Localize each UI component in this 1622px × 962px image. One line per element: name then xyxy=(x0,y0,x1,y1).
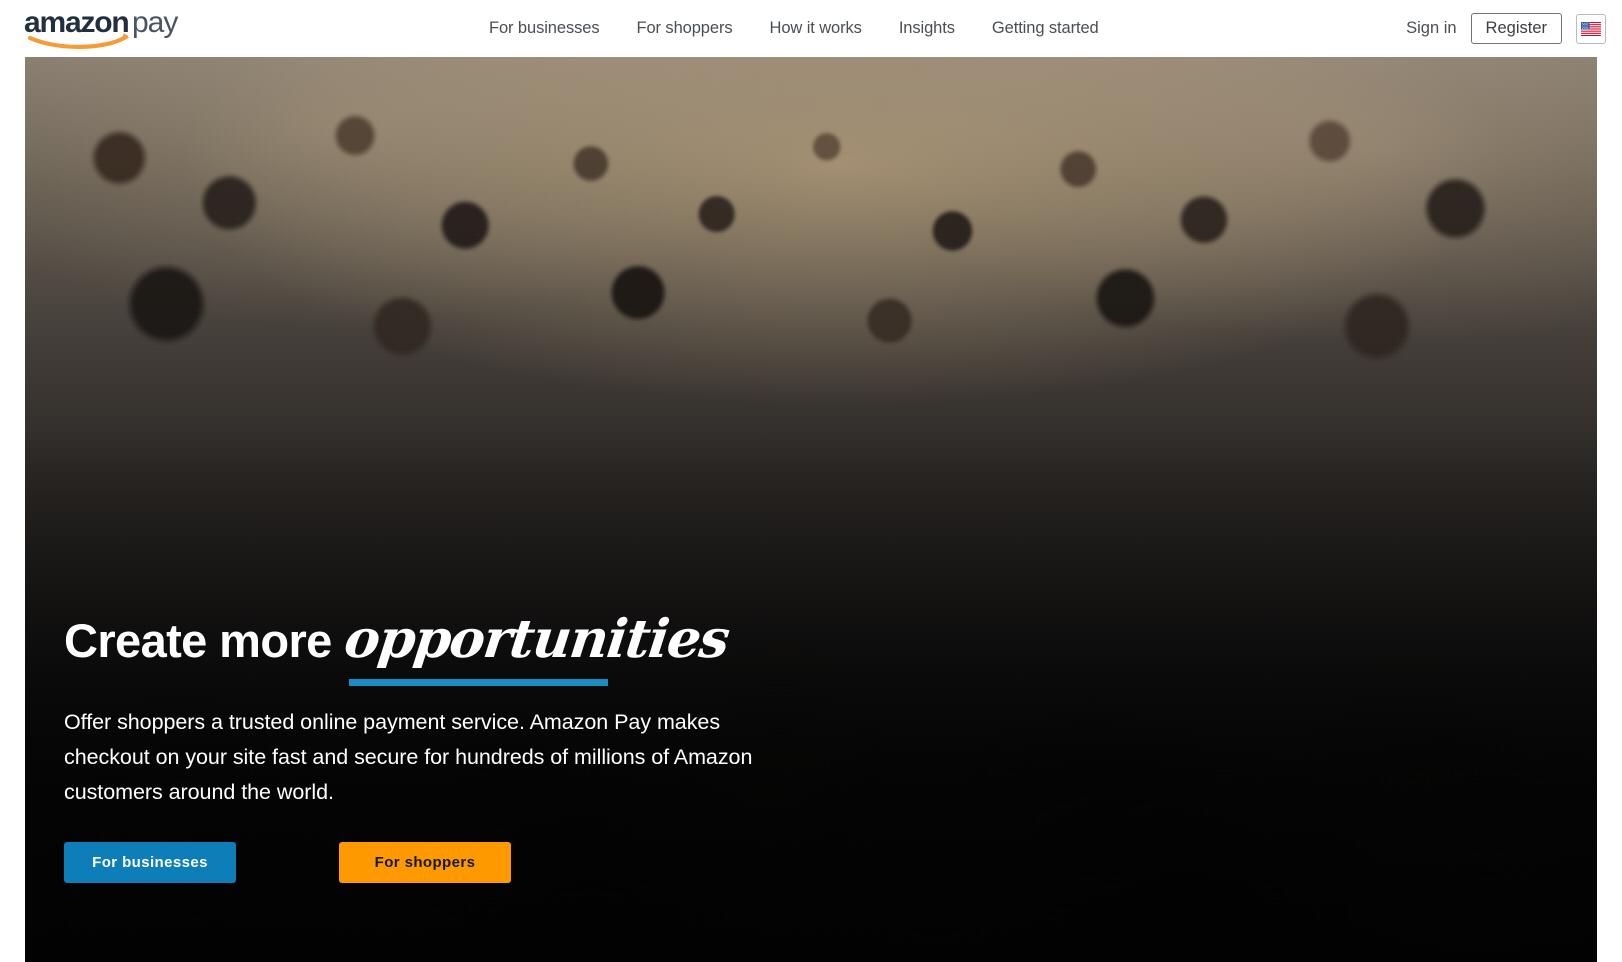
hero-headline-main: Create more xyxy=(64,614,332,667)
hero-headline-underline xyxy=(348,679,608,687)
register-button[interactable]: Register xyxy=(1470,12,1562,45)
nav-item-for-shoppers[interactable]: For shoppers xyxy=(636,19,732,38)
svg-text:pay: pay xyxy=(132,6,178,39)
amazon-pay-logo[interactable]: amazon pay xyxy=(24,6,194,50)
hero-content: Create more opportunities Offer shoppers… xyxy=(64,608,884,883)
nav-item-getting-started[interactable]: Getting started xyxy=(992,19,1099,38)
sign-in-link[interactable]: Sign in xyxy=(1406,19,1456,38)
cta-for-businesses-button[interactable]: For businesses xyxy=(64,841,236,883)
nav-item-insights[interactable]: Insights xyxy=(899,19,955,38)
svg-text:amazon: amazon xyxy=(24,6,129,39)
hero-banner: Create more opportunities Offer shoppers… xyxy=(25,57,1597,962)
hero-headline: Create more opportunities xyxy=(64,608,884,687)
cta-for-shoppers-button[interactable]: For shoppers xyxy=(339,841,511,883)
hero-subheadline: Offer shoppers a trusted online payment … xyxy=(64,710,753,804)
hero-headline-script-wrap: opportunities xyxy=(341,608,732,687)
header-actions: Sign in Register xyxy=(1406,0,1606,57)
nav-item-for-businesses[interactable]: For businesses xyxy=(489,19,600,38)
nav-item-how-it-works[interactable]: How it works xyxy=(770,19,862,38)
primary-navigation: For businesses For shoppers How it works… xyxy=(489,0,1099,57)
locale-selector-button[interactable] xyxy=(1576,13,1606,44)
hero-cta-row: For businesses For shoppers xyxy=(64,841,884,883)
site-header: amazon pay For businesses For shoppers H… xyxy=(0,0,1622,57)
us-flag-icon xyxy=(1581,21,1601,36)
hero-headline-script: opportunities xyxy=(340,608,732,670)
